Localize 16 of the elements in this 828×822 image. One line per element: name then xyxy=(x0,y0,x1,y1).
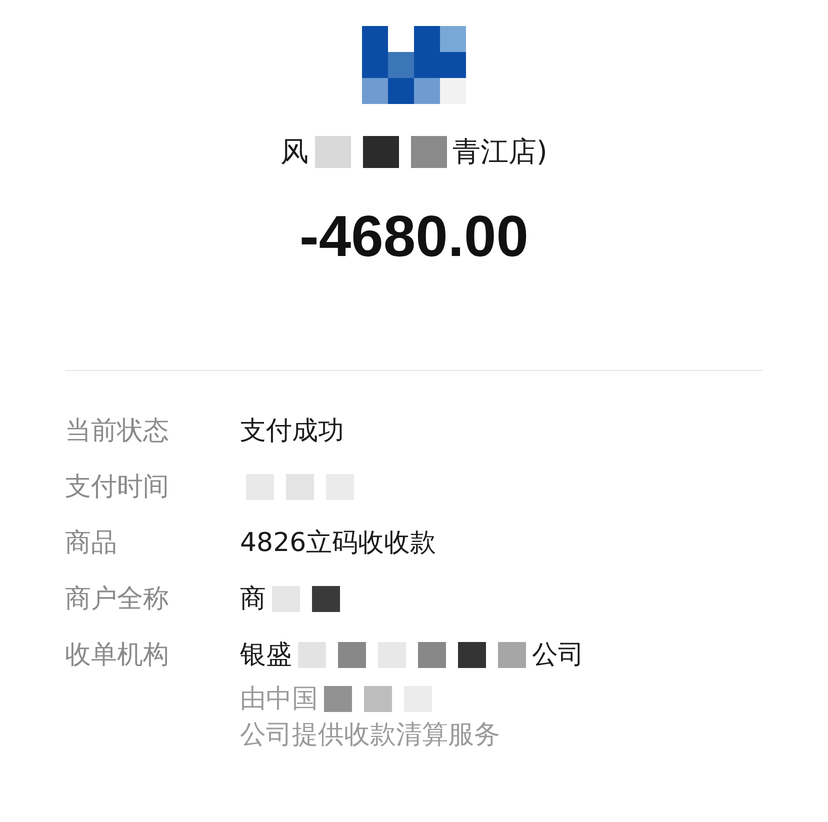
detail-label: 商户全称 xyxy=(65,583,170,616)
detail-text: 青江店) xyxy=(452,134,548,170)
detail-label: 收单机构 xyxy=(65,639,170,672)
detail-label: 商品 xyxy=(65,527,118,560)
detail-text: 公司 xyxy=(532,639,584,672)
redacted-logo-icon xyxy=(362,26,466,104)
detail-text: 支付成功 xyxy=(240,415,344,448)
amount: -4680.00 xyxy=(300,208,528,266)
detail-text: 银盛 xyxy=(240,639,292,672)
detail-label: 支付时间 xyxy=(65,471,170,504)
detail-text: 风 xyxy=(280,134,309,170)
detail-text: 由中国 xyxy=(240,683,318,716)
detail-text: 4826立码收收款 xyxy=(240,527,436,560)
detail-label: 当前状态 xyxy=(65,415,170,448)
detail-text: 公司提供收款清算服务 xyxy=(240,719,500,752)
detail-text: 商 xyxy=(240,583,266,616)
